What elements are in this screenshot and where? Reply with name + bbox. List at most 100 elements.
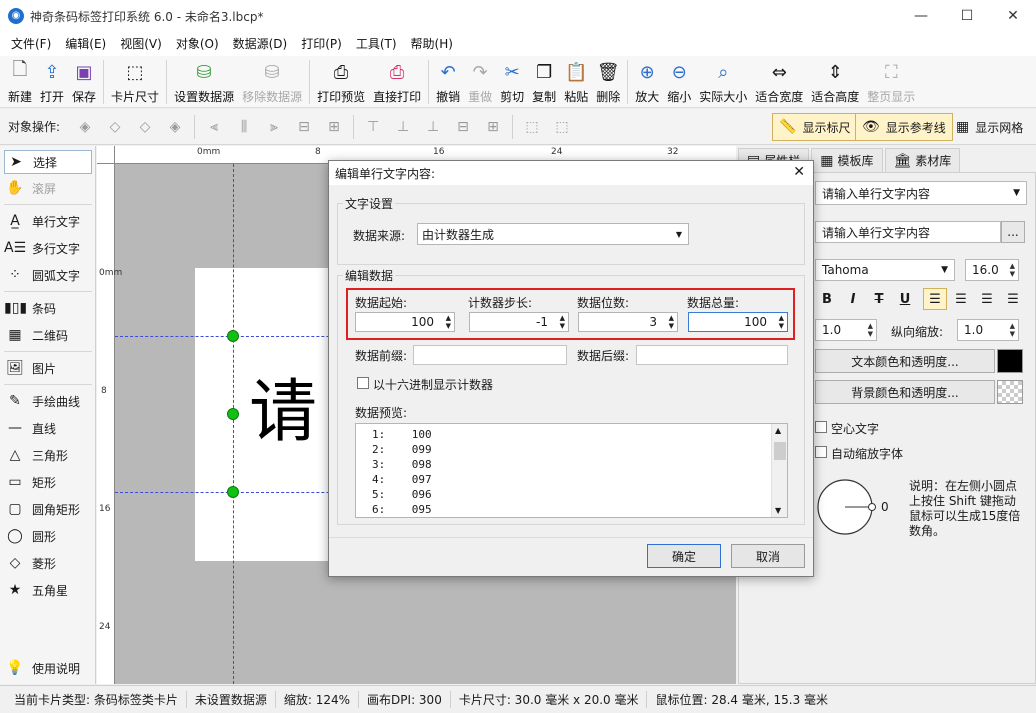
bring-front-icon[interactable]: ◈ (74, 116, 96, 138)
digits-stepper[interactable]: 3 ▲ ▼ (578, 312, 678, 332)
tool-barcode[interactable]: ▮▯▮ 条码 (4, 296, 92, 320)
spinner-icon[interactable]: ▲ ▼ (446, 314, 451, 330)
strikethrough-button[interactable]: T (867, 288, 891, 310)
cut-button[interactable]: ✂ 剪切 (496, 56, 528, 106)
underline-button[interactable]: U (893, 288, 917, 310)
align-top-icon[interactable]: ⊤ (362, 116, 384, 138)
align-bottom-icon[interactable]: ⊥ (422, 116, 444, 138)
tool-multi-text[interactable]: A☰ 多行文字 (4, 236, 92, 260)
maximize-button[interactable]: ☐ (944, 0, 990, 32)
tool-arc-text[interactable]: ⁘ 圆弧文字 (4, 263, 92, 287)
canvas-text-object[interactable]: 请 (249, 356, 317, 455)
menu-print[interactable]: 打印(P) (294, 32, 349, 56)
remove-datasource-button[interactable]: ⛁ 移除数据源 (238, 56, 306, 106)
data-preview-list[interactable]: 1: 100 2: 099 3: 098 4: 097 5: 096 6: 09… (355, 423, 788, 518)
status-card-type[interactable]: 当前卡片类型: 条码标签类卡片 (6, 691, 187, 708)
menu-object[interactable]: 对象(O) (169, 32, 226, 56)
zoom-in-button[interactable]: ⊕ 放大 (631, 56, 663, 106)
auto-shrink-checkbox[interactable] (815, 446, 827, 458)
print-direct-button[interactable]: ⎙ 直接打印 (369, 56, 425, 106)
tool-image[interactable]: 🖼 图片 (4, 356, 92, 380)
show-grid-toggle[interactable]: ▦ 显示网格 (950, 113, 1029, 141)
show-guides-toggle[interactable]: 👁 显示参考线 (855, 113, 953, 141)
start-value-stepper[interactable]: 100 ▲ ▼ (355, 312, 455, 332)
rotation-dial[interactable] (815, 477, 885, 537)
print-preview-button[interactable]: ⎙ 打印预览 (313, 56, 369, 106)
send-backward-icon[interactable]: ◇ (134, 116, 156, 138)
set-datasource-button[interactable]: ⛁ 设置数据源 (170, 56, 238, 106)
guide-line-vertical[interactable] (233, 164, 234, 684)
fit-height-button[interactable]: ⇕ 适合高度 (807, 56, 863, 106)
align-center-text-icon[interactable]: ☰ (949, 288, 973, 310)
menu-help[interactable]: 帮助(H) (404, 32, 460, 56)
help-guide-button[interactable]: 💡 使用说明 (4, 656, 92, 680)
step-stepper[interactable]: -1 ▲ ▼ (469, 312, 569, 332)
suffix-input[interactable] (636, 345, 788, 365)
undo-button[interactable]: ↶ 撤销 (432, 56, 464, 106)
distribute-h-icon[interactable]: ⊟ (293, 116, 315, 138)
tab-templates[interactable]: ▦ 模板库 (811, 148, 883, 172)
italic-button[interactable]: I (841, 288, 865, 310)
edit-content-button[interactable]: ... (1001, 221, 1025, 243)
tool-line[interactable]: — 直线 (4, 416, 92, 440)
data-source-select[interactable]: 由计数器生成 ▼ (417, 223, 689, 245)
h-scale-stepper[interactable]: 1.0 ▲ ▼ (815, 319, 877, 341)
prefix-input[interactable] (413, 345, 567, 365)
text-color-button[interactable]: 文本颜色和透明度... (815, 349, 995, 373)
scroll-down-icon[interactable]: ▼ (775, 506, 781, 515)
group-icon[interactable]: ⬚ (521, 116, 543, 138)
fit-width-button[interactable]: ⇔ 适合宽度 (751, 56, 807, 106)
tool-diamond[interactable]: ◇ 菱形 (4, 551, 92, 575)
resize-handle[interactable] (227, 330, 239, 342)
minimize-button[interactable]: — (898, 0, 944, 32)
save-button[interactable]: ▣ 保存 (68, 56, 100, 106)
same-width-icon[interactable]: ⊞ (323, 116, 345, 138)
font-size-stepper[interactable]: 16.0 ▲ ▼ (965, 259, 1019, 281)
full-page-button[interactable]: ⛶ 整页显示 (863, 56, 919, 106)
align-left-icon[interactable]: ⫷ (203, 116, 225, 138)
send-back-icon[interactable]: ◈ (164, 116, 186, 138)
scroll-up-icon[interactable]: ▲ (775, 426, 781, 435)
redo-button[interactable]: ↷ 重做 (464, 56, 496, 106)
resize-handle[interactable] (227, 486, 239, 498)
bold-button[interactable]: B (815, 288, 839, 310)
open-button[interactable]: ⇪ 打开 (36, 56, 68, 106)
hex-checkbox[interactable] (357, 377, 369, 389)
font-select[interactable]: Tahoma ▼ (815, 259, 955, 281)
close-button[interactable]: ✕ (990, 0, 1036, 32)
tool-star[interactable]: ★ 五角星 (4, 578, 92, 602)
tool-round-rect[interactable]: ▢ 圆角矩形 (4, 497, 92, 521)
copy-button[interactable]: ❐ 复制 (528, 56, 560, 106)
bg-color-swatch[interactable] (997, 380, 1023, 404)
tool-select[interactable]: ➤ 选择 (4, 150, 92, 174)
object-selector[interactable]: 请输入单行文字内容 ▼ (815, 181, 1027, 205)
paste-button[interactable]: 📋 粘贴 (560, 56, 592, 106)
text-content-field[interactable]: 请输入单行文字内容 (815, 221, 1001, 243)
scrollbar-thumb[interactable] (774, 442, 786, 460)
justify-text-icon[interactable]: ☰ (1001, 288, 1025, 310)
tool-qrcode[interactable]: ▦ 二维码 (4, 323, 92, 347)
align-right-icon[interactable]: ⫸ (263, 116, 285, 138)
text-color-swatch[interactable] (997, 349, 1023, 373)
tool-scroll[interactable]: ✋ 滚屏 (4, 176, 92, 200)
menu-file[interactable]: 文件(F) (4, 32, 58, 56)
same-height-icon[interactable]: ⊞ (482, 116, 504, 138)
delete-button[interactable]: 🗑 删除 (592, 56, 624, 106)
menu-view[interactable]: 视图(V) (113, 32, 169, 56)
align-right-text-icon[interactable]: ☰ (975, 288, 999, 310)
spinner-icon[interactable]: ▲ ▼ (560, 314, 565, 330)
ungroup-icon[interactable]: ⬚ (551, 116, 573, 138)
spinner-icon[interactable]: ▲ ▼ (779, 314, 784, 330)
zoom-out-button[interactable]: ⊖ 缩小 (663, 56, 695, 106)
hollow-text-checkbox[interactable] (815, 421, 827, 433)
close-icon[interactable]: ✕ (793, 164, 805, 180)
cancel-button[interactable]: 取消 (731, 544, 805, 568)
actual-size-button[interactable]: ⌕ 实际大小 (695, 56, 751, 106)
show-ruler-toggle[interactable]: 📏 显示标尺 (772, 113, 858, 141)
bg-color-button[interactable]: 背景颜色和透明度... (815, 380, 995, 404)
align-center-icon[interactable]: ⫼ (233, 116, 255, 138)
spinner-icon[interactable]: ▲ ▼ (669, 314, 674, 330)
v-scale-stepper[interactable]: 1.0 ▲ ▼ (957, 319, 1019, 341)
tool-single-text[interactable]: A̲ 单行文字 (4, 209, 92, 233)
total-stepper[interactable]: 100 ▲ ▼ (688, 312, 788, 332)
